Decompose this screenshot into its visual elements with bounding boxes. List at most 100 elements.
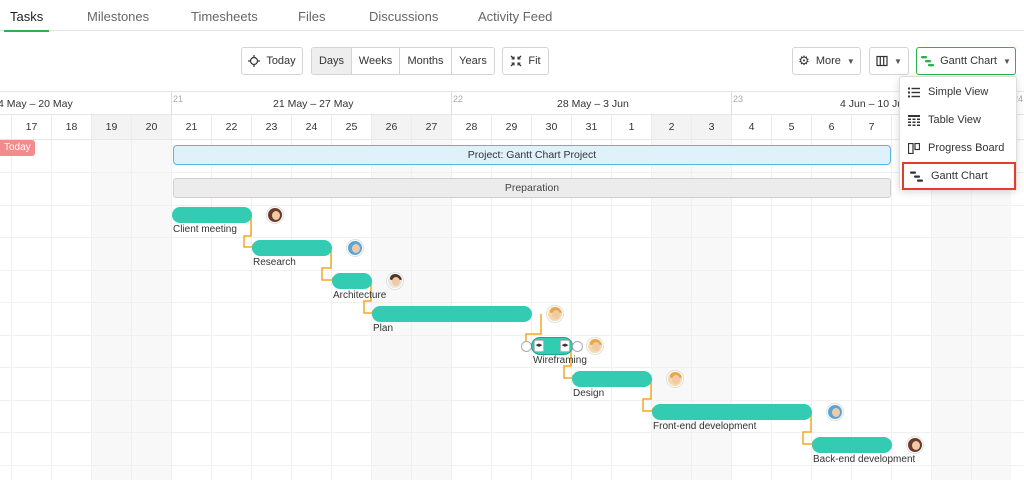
tab-activity-feed[interactable]: Activity Feed (478, 0, 552, 31)
avatar[interactable] (827, 404, 843, 420)
grid-row-line (0, 302, 1024, 303)
fit-button[interactable]: Fit (502, 47, 549, 75)
columns-button[interactable]: ▼ (869, 47, 909, 75)
app-root: Tasks Milestones Timesheets Files Discus… (0, 0, 1024, 480)
week-number: 23 (733, 94, 744, 104)
week-divider (451, 92, 452, 116)
menu-item-table-view[interactable]: Table View (900, 106, 1018, 134)
grid-column (11, 140, 51, 480)
day-cell: 1 (611, 115, 651, 139)
week-divider (171, 92, 172, 116)
avatar[interactable] (587, 338, 603, 354)
list-icon (908, 87, 920, 97)
grid-column (931, 140, 971, 480)
menu-item-gantt-chart[interactable]: Gantt Chart (902, 162, 1016, 190)
avatar[interactable] (547, 306, 563, 322)
task-label: Design (573, 388, 605, 399)
task-label: Research (253, 257, 296, 268)
task-bar-client-meeting[interactable] (172, 207, 252, 223)
resize-left-handle[interactable]: ◂▸ (534, 340, 544, 352)
today-marker: Today (0, 140, 35, 156)
day-cell: 27 (411, 115, 451, 139)
task-label: Wireframing (533, 355, 587, 366)
task-bar-architecture[interactable] (332, 273, 372, 289)
task-label: Front-end development (653, 421, 757, 432)
day-cell (0, 115, 11, 139)
menu-item-label: Simple View (928, 86, 989, 98)
tab-milestones[interactable]: Milestones (87, 0, 149, 31)
day-cell: 2 (651, 115, 691, 139)
fit-button-label: Fit (528, 55, 541, 67)
more-button-label: More (815, 55, 841, 67)
week-label: 21 May – 27 May (273, 98, 354, 110)
view-dropdown-menu: Simple View Table View Progress Board Ga… (899, 76, 1017, 190)
grid-column (891, 140, 931, 480)
day-cell: 28 (451, 115, 491, 139)
tab-bar: Tasks Milestones Timesheets Files Discus… (0, 0, 1024, 32)
week-label: 28 May – 3 Jun (557, 98, 629, 110)
gear-icon: ⚙ (798, 53, 810, 68)
grid-row-line (0, 172, 1024, 173)
link-handle-left[interactable] (521, 341, 532, 352)
day-cell: 3 (691, 115, 731, 139)
tab-discussions[interactable]: Discussions (369, 0, 438, 31)
link-handle-right[interactable] (572, 341, 583, 352)
scale-years-button[interactable]: Years (452, 48, 494, 74)
week-divider (731, 92, 732, 116)
day-cell: 6 (811, 115, 851, 139)
day-cell: 5 (771, 115, 811, 139)
day-cell: 7 (851, 115, 891, 139)
scale-months-button[interactable]: Months (400, 48, 452, 74)
day-cell: 18 (51, 115, 91, 139)
task-label: Client meeting (173, 224, 237, 235)
task-bar-back-end[interactable] (812, 437, 892, 453)
task-label: Back-end development (813, 454, 916, 465)
today-button[interactable]: Today (241, 47, 303, 75)
task-bar-front-end[interactable] (652, 404, 812, 420)
grid-column (131, 140, 171, 480)
day-cell: 22 (211, 115, 251, 139)
grid-row-line (0, 270, 1024, 271)
grid-row-line (0, 237, 1024, 238)
day-header: 17 18 19 20 21 22 23 24 25 26 27 28 29 3… (0, 115, 1024, 140)
chevron-down-icon: ▼ (1002, 56, 1011, 66)
chevron-down-icon: ▼ (894, 56, 902, 66)
grid-row-line (0, 400, 1024, 401)
task-bar-design[interactable] (572, 371, 652, 387)
avatar[interactable] (267, 207, 283, 223)
chevron-down-icon: ▼ (846, 56, 855, 66)
columns-icon (876, 55, 888, 67)
day-cell: 23 (251, 115, 291, 139)
week-header: 4 May – 20 May 21 21 May – 27 May 22 28 … (0, 91, 1024, 116)
view-switcher-button[interactable]: Gantt Chart ▼ (916, 47, 1016, 75)
fit-icon (510, 55, 522, 67)
menu-item-progress-board[interactable]: Progress Board (900, 134, 1018, 162)
day-cell: 4 (731, 115, 771, 139)
tab-timesheets[interactable]: Timesheets (191, 0, 258, 31)
section-bar[interactable]: Preparation (173, 178, 891, 198)
scale-weeks-button[interactable]: Weeks (352, 48, 400, 74)
today-button-label: Today (266, 55, 296, 67)
tab-files[interactable]: Files (298, 0, 325, 31)
day-cell: 31 (571, 115, 611, 139)
day-cell: 30 (531, 115, 571, 139)
week-label: 4 May – 20 May (0, 98, 73, 110)
grid-column (971, 140, 1011, 480)
avatar[interactable] (907, 437, 923, 453)
tab-tasks[interactable]: Tasks (3, 0, 50, 32)
more-button[interactable]: ⚙ More ▼ (792, 47, 861, 75)
gantt-icon (910, 171, 923, 182)
project-bar[interactable]: Project: Gantt Chart Project (173, 145, 891, 165)
task-bar-research[interactable] (252, 240, 332, 256)
grid-column (91, 140, 131, 480)
resize-right-handle[interactable]: ◂▸ (560, 340, 570, 352)
menu-item-simple-view[interactable]: Simple View (900, 78, 1018, 106)
day-cell: 20 (131, 115, 171, 139)
avatar[interactable] (667, 371, 683, 387)
task-label: Plan (373, 323, 394, 334)
avatar[interactable] (347, 240, 363, 256)
avatar[interactable] (387, 273, 403, 289)
scale-days-button[interactable]: Days (312, 48, 352, 74)
task-bar-plan[interactable] (372, 306, 532, 322)
day-cell: 21 (171, 115, 211, 139)
